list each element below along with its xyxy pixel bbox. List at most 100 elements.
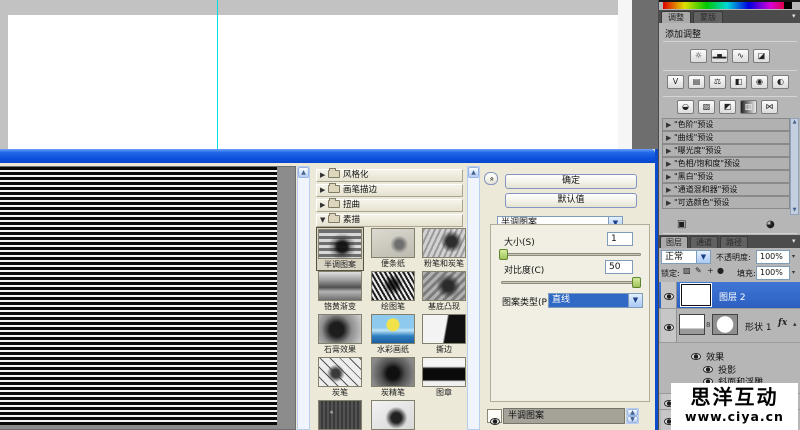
- lock-all-icon[interactable]: ●: [717, 266, 724, 275]
- adjustments-tabbar: 调整 蒙版 ▾: [659, 10, 800, 23]
- exposure-icon[interactable]: ◪: [753, 49, 770, 63]
- preset-hue-saturation[interactable]: ▶"色相/饱和度"预设: [662, 157, 790, 170]
- filter-thumb-note-paper[interactable]: 便条纸: [370, 228, 416, 268]
- curves-icon[interactable]: ∿: [732, 49, 749, 63]
- filter-thumb-stamp[interactable]: 图章: [421, 357, 466, 397]
- filter-thumb-chrome[interactable]: 铬黄渐变: [317, 271, 363, 311]
- chevron-down-icon[interactable]: ▼: [628, 294, 642, 307]
- layer-name[interactable]: 图层 2: [719, 290, 746, 303]
- chevron-down-icon[interactable]: ▾: [792, 253, 795, 260]
- ok-button[interactable]: 确定: [505, 174, 637, 189]
- threshold-icon[interactable]: ◩: [719, 100, 736, 114]
- scroll-down-icon[interactable]: ▼: [627, 416, 638, 423]
- preset-levels[interactable]: ▶"色阶"预设: [662, 118, 790, 131]
- lock-paint-icon[interactable]: ✎: [695, 266, 702, 275]
- layer-row-shape[interactable]: 8 形状 1 fx ▴: [659, 309, 800, 342]
- fill-value[interactable]: 100%: [756, 266, 790, 280]
- size-input[interactable]: 1: [607, 232, 633, 246]
- filter-thumb-graphic-pen[interactable]: 绘图笔: [370, 271, 416, 311]
- scroll-up-icon[interactable]: ▲: [627, 409, 638, 416]
- blend-mode-select[interactable]: 正常 ▼: [661, 250, 711, 264]
- filter-thumb-row5-b[interactable]: [370, 400, 416, 430]
- filter-thumb-torn-edges[interactable]: 撕边: [421, 314, 466, 354]
- dialog-titlebar[interactable]: [0, 149, 655, 163]
- tab-masks[interactable]: 蒙版: [693, 11, 723, 23]
- filter-thumb-chalk-charcoal[interactable]: 粉笔和炭笔: [421, 228, 466, 268]
- preset-black-white[interactable]: ▶"黑白"预设: [662, 170, 790, 183]
- chevron-down-icon[interactable]: ▼: [696, 251, 710, 263]
- hue-saturation-icon[interactable]: ▤: [688, 75, 705, 89]
- preset-exposure[interactable]: ▶"曝光度"预设: [662, 144, 790, 157]
- clip-to-layer-icon[interactable]: ◕: [766, 219, 775, 230]
- gradient-map-icon[interactable]: ▥: [740, 100, 757, 114]
- category-brushstrokes[interactable]: ▶画笔描边: [316, 184, 463, 197]
- posterize-icon[interactable]: ▨: [698, 100, 715, 114]
- lock-transparency-icon[interactable]: ▨: [683, 266, 691, 275]
- filter-preview-pane[interactable]: [0, 166, 296, 430]
- levels-icon[interactable]: ▂▅▂: [711, 49, 728, 63]
- presets-scrollbar[interactable]: ▲ ▼: [790, 118, 799, 215]
- pattern-type-select[interactable]: 直线 ▼: [548, 293, 643, 308]
- visibility-toggle[interactable]: [661, 282, 677, 308]
- default-button[interactable]: 默认值: [505, 193, 637, 208]
- tab-channels[interactable]: 通道: [690, 236, 718, 248]
- photo-filter-icon[interactable]: ◉: [751, 75, 768, 89]
- filter-thumb-plaster[interactable]: 石膏效果: [317, 314, 363, 354]
- filter-thumb-water-paper[interactable]: 水彩画纸: [370, 314, 416, 354]
- scroll-up-icon[interactable]: ▲: [468, 167, 479, 178]
- preset-selective-color[interactable]: ▶"可选颜色"预设: [662, 196, 790, 209]
- panel-menu-icon[interactable]: ▾: [792, 237, 796, 245]
- filter-thumb-row5-a[interactable]: [317, 400, 363, 430]
- invert-icon[interactable]: ◒: [677, 100, 694, 114]
- shape-layer-thumbnail[interactable]: [679, 314, 705, 335]
- filter-thumb-conte-crayon[interactable]: 炭精笔: [370, 357, 416, 397]
- scroll-down-icon[interactable]: ▼: [791, 207, 798, 214]
- color-spectrum-bar[interactable]: [663, 2, 791, 9]
- preview-scrollbar[interactable]: ▲: [297, 166, 310, 430]
- collapse-effects-icon[interactable]: ▴: [793, 320, 797, 328]
- size-slider-thumb[interactable]: [499, 249, 508, 260]
- fx-icon[interactable]: fx: [778, 318, 787, 328]
- scroll-up-icon[interactable]: ▲: [298, 167, 309, 178]
- color-balance-icon[interactable]: ⚖: [709, 75, 726, 89]
- chevron-right-icon: ▶: [666, 159, 674, 170]
- contrast-slider-thumb[interactable]: [632, 277, 641, 288]
- category-sketch[interactable]: ▼素描: [316, 214, 463, 227]
- tab-layers[interactable]: 图层: [660, 236, 688, 248]
- contrast-input[interactable]: 50: [605, 260, 633, 274]
- preset-curves[interactable]: ▶"曲线"预设: [662, 131, 790, 144]
- layer-name[interactable]: 形状 1: [745, 320, 772, 333]
- category-distort[interactable]: ▶扭曲: [316, 199, 463, 212]
- panel-menu-icon[interactable]: ▾: [792, 12, 796, 20]
- opacity-value[interactable]: 100%: [756, 250, 790, 264]
- switch-panel-icon[interactable]: ▣: [677, 219, 686, 230]
- layer-thumbnail[interactable]: [681, 284, 711, 306]
- filter-thumb-halftone-pattern[interactable]: 半调图案: [317, 228, 363, 270]
- filter-list-scrollbar[interactable]: ▲: [467, 166, 480, 430]
- vibrance-icon[interactable]: V: [667, 75, 684, 89]
- lock-move-icon[interactable]: +: [707, 266, 714, 275]
- filter-visibility-toggle[interactable]: [487, 409, 502, 423]
- tab-adjustments[interactable]: 调整: [661, 11, 691, 23]
- scroll-up-icon[interactable]: ▲: [791, 119, 798, 126]
- tab-paths[interactable]: 路径: [720, 236, 748, 248]
- layer-row-selected[interactable]: 图层 2: [659, 282, 800, 308]
- vector-mask-thumbnail[interactable]: [712, 314, 738, 335]
- size-slider[interactable]: [501, 253, 641, 256]
- visibility-toggle[interactable]: [661, 309, 677, 342]
- collapse-panel-button[interactable]: «: [484, 172, 498, 185]
- filter-thumb-charcoal[interactable]: 炭笔: [317, 357, 363, 397]
- black-white-icon[interactable]: ◧: [730, 75, 747, 89]
- brightness-contrast-icon[interactable]: ☼: [690, 49, 707, 63]
- thumb-image: [422, 228, 466, 258]
- contrast-slider[interactable]: [501, 281, 641, 284]
- chevron-down-icon[interactable]: ▾: [792, 269, 795, 276]
- category-stylize[interactable]: ▶风格化: [316, 169, 463, 182]
- channel-mixer-icon[interactable]: ◐: [772, 75, 789, 89]
- filter-stack-scrollbar[interactable]: ▲ ▼: [626, 408, 639, 424]
- preset-channel-mixer[interactable]: ▶"通道混和器"预设: [662, 183, 790, 196]
- filter-thumb-bas-relief[interactable]: 基底凸现: [421, 271, 466, 311]
- color-spectrum-black-chip[interactable]: [784, 2, 792, 9]
- filter-stack-item[interactable]: 半调图案: [503, 408, 625, 424]
- selective-color-icon[interactable]: ⋈: [761, 100, 778, 114]
